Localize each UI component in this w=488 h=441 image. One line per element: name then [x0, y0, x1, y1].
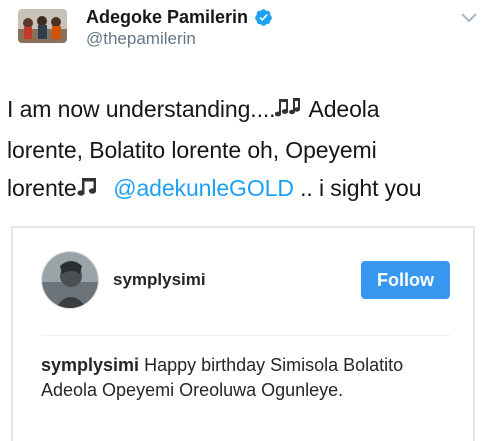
tweet-text: I am now understanding.... Adeola lorent…	[7, 90, 485, 210]
tweet-text-line2: lorente, Bolatito lorente oh, Opeyemi	[7, 137, 377, 163]
multiple-musical-notes-icon	[275, 93, 303, 131]
chevron-down-icon[interactable]	[460, 11, 478, 25]
tweet-card: Adegoke Pamilerin @thepamilerin I am now…	[0, 0, 488, 441]
embed-username[interactable]: symplysimi	[113, 270, 206, 290]
embed-divider	[41, 335, 450, 336]
mention-link[interactable]: @adekunleGOLD	[113, 175, 294, 201]
author-info: Adegoke Pamilerin @thepamilerin	[86, 5, 273, 49]
tweet-text-line3: lorente	[7, 175, 77, 201]
caption-username[interactable]: symplysimi	[41, 355, 139, 375]
embed-avatar[interactable]	[41, 251, 99, 309]
author-handle[interactable]: @thepamilerin	[86, 29, 273, 49]
author-avatar[interactable]	[18, 9, 67, 43]
tweet-header: Adegoke Pamilerin @thepamilerin	[18, 5, 488, 49]
tweet-text-line1: I am now understanding....	[7, 96, 276, 122]
follow-button[interactable]: Follow	[361, 261, 450, 299]
name-row: Adegoke Pamilerin	[86, 5, 273, 29]
tweet-text-line3-end: .. i sight you	[293, 175, 422, 201]
author-display-name[interactable]: Adegoke Pamilerin	[86, 7, 248, 28]
verified-badge-icon	[254, 8, 273, 27]
instagram-embed-card[interactable]: symplysimi Follow symplysimi Happy birth…	[11, 226, 475, 441]
musical-note-icon	[77, 172, 101, 210]
tweet-text-line1-end: Adeola	[303, 96, 380, 122]
embed-caption: symplysimi Happy birthday Simisola Bolat…	[41, 353, 451, 403]
